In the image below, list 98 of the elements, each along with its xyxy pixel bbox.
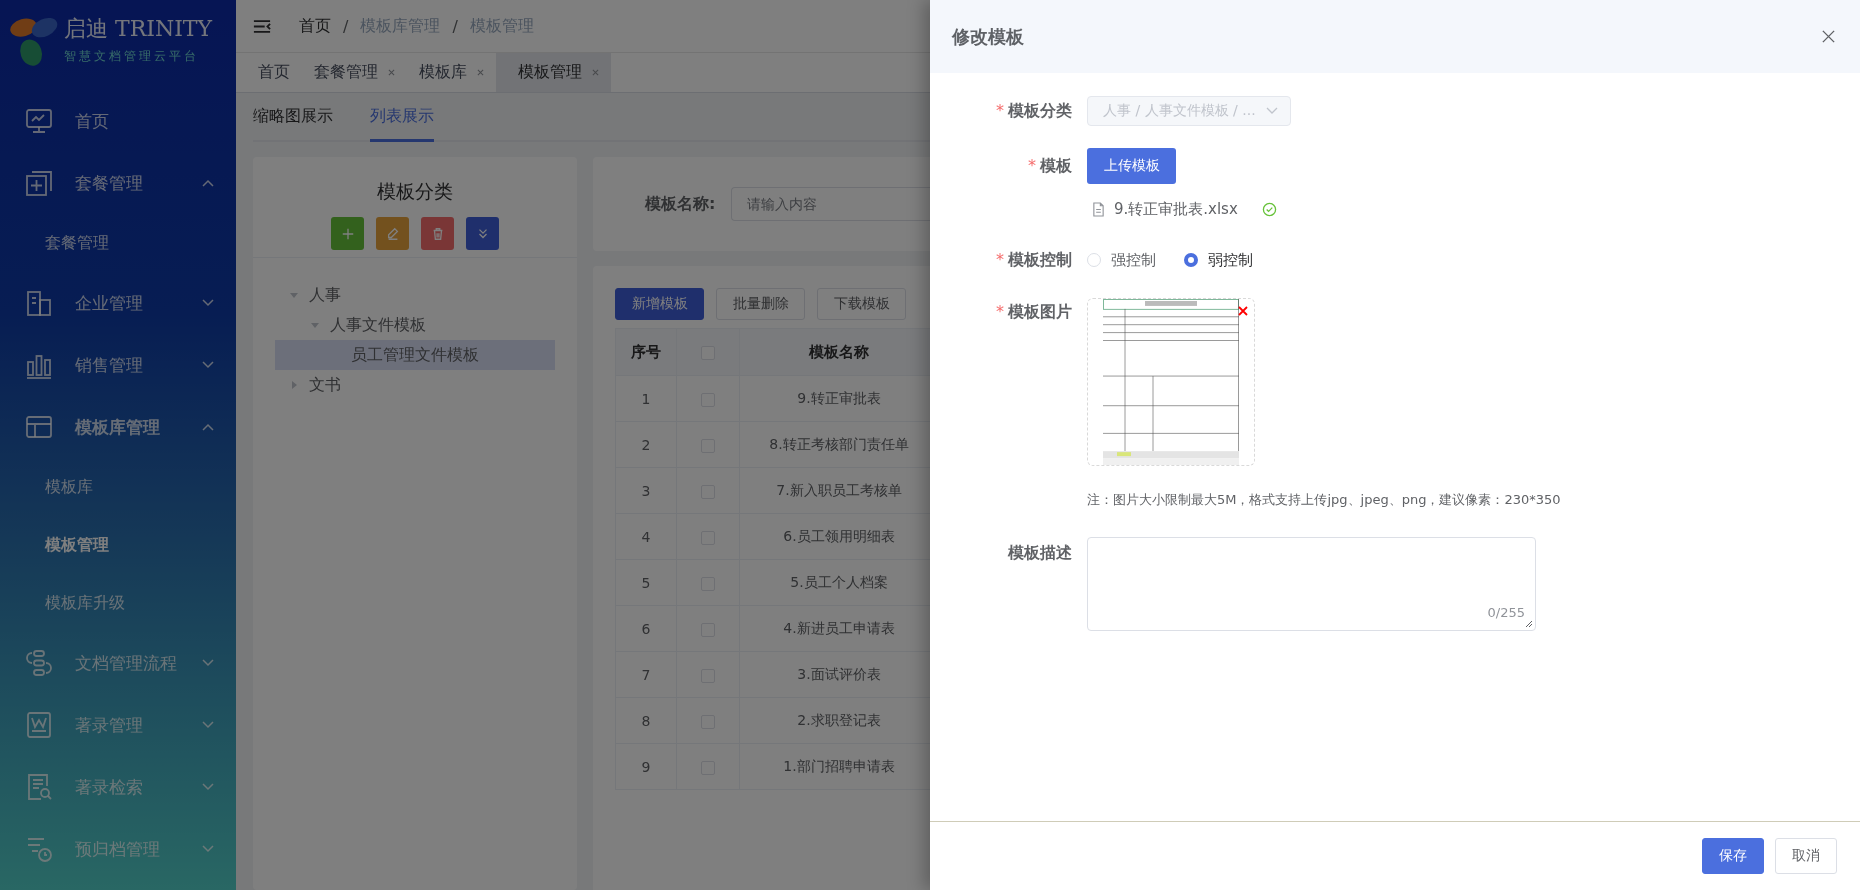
logo-subtitle: 智慧文档管理云平台 xyxy=(64,48,200,65)
column-header: 序号 xyxy=(615,328,677,376)
expand-button[interactable] xyxy=(466,217,499,250)
required-mark: * xyxy=(996,250,1004,269)
required-mark: * xyxy=(996,101,1004,120)
pencil-icon xyxy=(385,226,400,241)
menu-group[interactable]: 企业管理 xyxy=(0,272,236,334)
field-label: 模板图片 xyxy=(1008,302,1072,321)
menu-label: 企业管理 xyxy=(75,291,143,315)
resize-handle-icon[interactable] xyxy=(1525,620,1533,628)
toolbar-button[interactable]: 新增模板 xyxy=(615,288,704,320)
table-cell: 2 xyxy=(615,421,677,468)
field-label: 模板描述 xyxy=(1008,543,1072,562)
menu-group[interactable]: 文档管理流程 xyxy=(0,632,236,694)
delete-icon[interactable] xyxy=(1238,306,1248,316)
image-upload[interactable] xyxy=(1087,298,1255,466)
close-icon[interactable] xyxy=(1821,29,1836,44)
page-tab[interactable]: 模板管理 xyxy=(496,53,611,92)
save-button[interactable]: 保存 xyxy=(1702,838,1764,874)
breadcrumb-separator: / xyxy=(452,16,458,36)
document-icon xyxy=(24,710,54,740)
table-cell: 5 xyxy=(615,559,677,606)
chevron-down-icon xyxy=(202,783,214,791)
breadcrumb-separator: / xyxy=(343,16,349,36)
page-tab[interactable]: 模板库 xyxy=(407,53,496,92)
search-label: 模板名称: xyxy=(645,193,716,215)
menu-label: 文档管理流程 xyxy=(75,651,177,675)
menu-label: 模板库管理 xyxy=(75,415,160,439)
caret-icon xyxy=(1266,107,1278,115)
menu-group[interactable]: 销售管理 xyxy=(0,334,236,396)
chevron-down-icon xyxy=(202,361,214,369)
flow-icon xyxy=(24,648,54,678)
chevron-up-icon xyxy=(202,423,214,431)
chevron-down-icon xyxy=(202,845,214,853)
caret-down-icon[interactable] xyxy=(310,320,320,330)
view-tab[interactable]: 缩略图展示 xyxy=(253,93,333,140)
table-cell: 6 xyxy=(615,605,677,652)
monitor-icon xyxy=(24,106,54,136)
tree-node[interactable]: 人事文件模板 xyxy=(275,310,555,340)
menu-item[interactable]: 首页 xyxy=(0,90,236,152)
menu-label: 套餐管理 xyxy=(75,171,143,195)
tree-node[interactable]: 文书 xyxy=(275,370,555,400)
table-cell: 8 xyxy=(615,697,677,744)
description-field[interactable]: 0/255 xyxy=(1087,537,1536,631)
table-cell: 4 xyxy=(615,513,677,560)
caret-down-icon[interactable] xyxy=(289,290,299,300)
submenu-item[interactable]: 模板管理 xyxy=(0,516,236,574)
view-tab[interactable]: 列表展示 xyxy=(370,93,434,142)
chevron-down-icon xyxy=(202,659,214,667)
tree-node[interactable]: 人事 xyxy=(275,280,555,310)
required-mark: * xyxy=(996,302,1004,321)
submenu-item[interactable]: 模板库升级 xyxy=(0,574,236,632)
radio-option[interactable]: 弱控制 xyxy=(1184,250,1253,270)
field-label: 模板控制 xyxy=(1008,250,1072,269)
toolbar-button[interactable]: 下载模板 xyxy=(817,288,906,320)
breadcrumb-link[interactable]: 首页 xyxy=(299,15,331,37)
add-button[interactable] xyxy=(331,217,364,250)
cancel-button[interactable]: 取消 xyxy=(1775,838,1837,874)
table-cell: 1 xyxy=(615,375,677,422)
upload-button[interactable]: 上传模板 xyxy=(1087,148,1176,184)
character-count: 0/255 xyxy=(1487,605,1525,620)
table-cell: 3 xyxy=(615,467,677,514)
delete-button[interactable] xyxy=(421,217,454,250)
page-tab[interactable]: 套餐管理 xyxy=(302,53,407,92)
chevron-up-icon xyxy=(202,179,214,187)
file-name[interactable]: 9.转正审批表.xlsx xyxy=(1114,199,1238,219)
toolbar-button[interactable]: 批量删除 xyxy=(716,288,805,320)
table-cell: 9 xyxy=(615,743,677,790)
menu-label: 著录检索 xyxy=(75,775,143,799)
chevron-down-icon xyxy=(202,299,214,307)
file-icon xyxy=(1092,201,1105,217)
menu-label: 销售管理 xyxy=(75,353,143,377)
menu-label: 预归档管理 xyxy=(75,837,160,861)
plus-square-icon xyxy=(24,168,54,198)
plus-icon xyxy=(340,226,355,241)
submenu-item[interactable]: 模板库 xyxy=(0,458,236,516)
menu-group[interactable]: 著录检索 xyxy=(0,756,236,818)
chevron-down-icon xyxy=(202,721,214,729)
menu-group[interactable]: 著录管理 xyxy=(0,694,236,756)
drawer-title: 修改模板 xyxy=(952,24,1024,49)
edit-button[interactable] xyxy=(376,217,409,250)
table-cell: 7 xyxy=(615,651,677,698)
field-label: 模板分类 xyxy=(1008,101,1072,120)
submenu-item[interactable]: 套餐管理 xyxy=(0,214,236,272)
menu-label: 著录管理 xyxy=(75,713,143,737)
radio-option[interactable]: 强控制 xyxy=(1087,250,1156,270)
tree-node[interactable]: 员工管理文件模板 xyxy=(275,340,555,370)
menu-icon[interactable] xyxy=(253,18,271,34)
hint-text: 注：图片大小限制最大5M，格式支持上传jpg、jpeg、png，建议像素：230*350 xyxy=(1087,491,1561,509)
page-tab[interactable]: 首页 xyxy=(246,53,302,92)
logo-title: 启迪 TRINITY xyxy=(64,15,213,43)
menu-group[interactable]: 套餐管理 xyxy=(0,152,236,214)
field-label: 模板 xyxy=(1040,156,1072,175)
caret-right-icon[interactable] xyxy=(289,380,299,390)
panel-title: 模板分类 xyxy=(377,179,453,204)
required-mark: * xyxy=(1028,156,1036,175)
building-icon xyxy=(24,288,54,318)
menu-group[interactable]: 模板库管理 xyxy=(0,396,236,458)
